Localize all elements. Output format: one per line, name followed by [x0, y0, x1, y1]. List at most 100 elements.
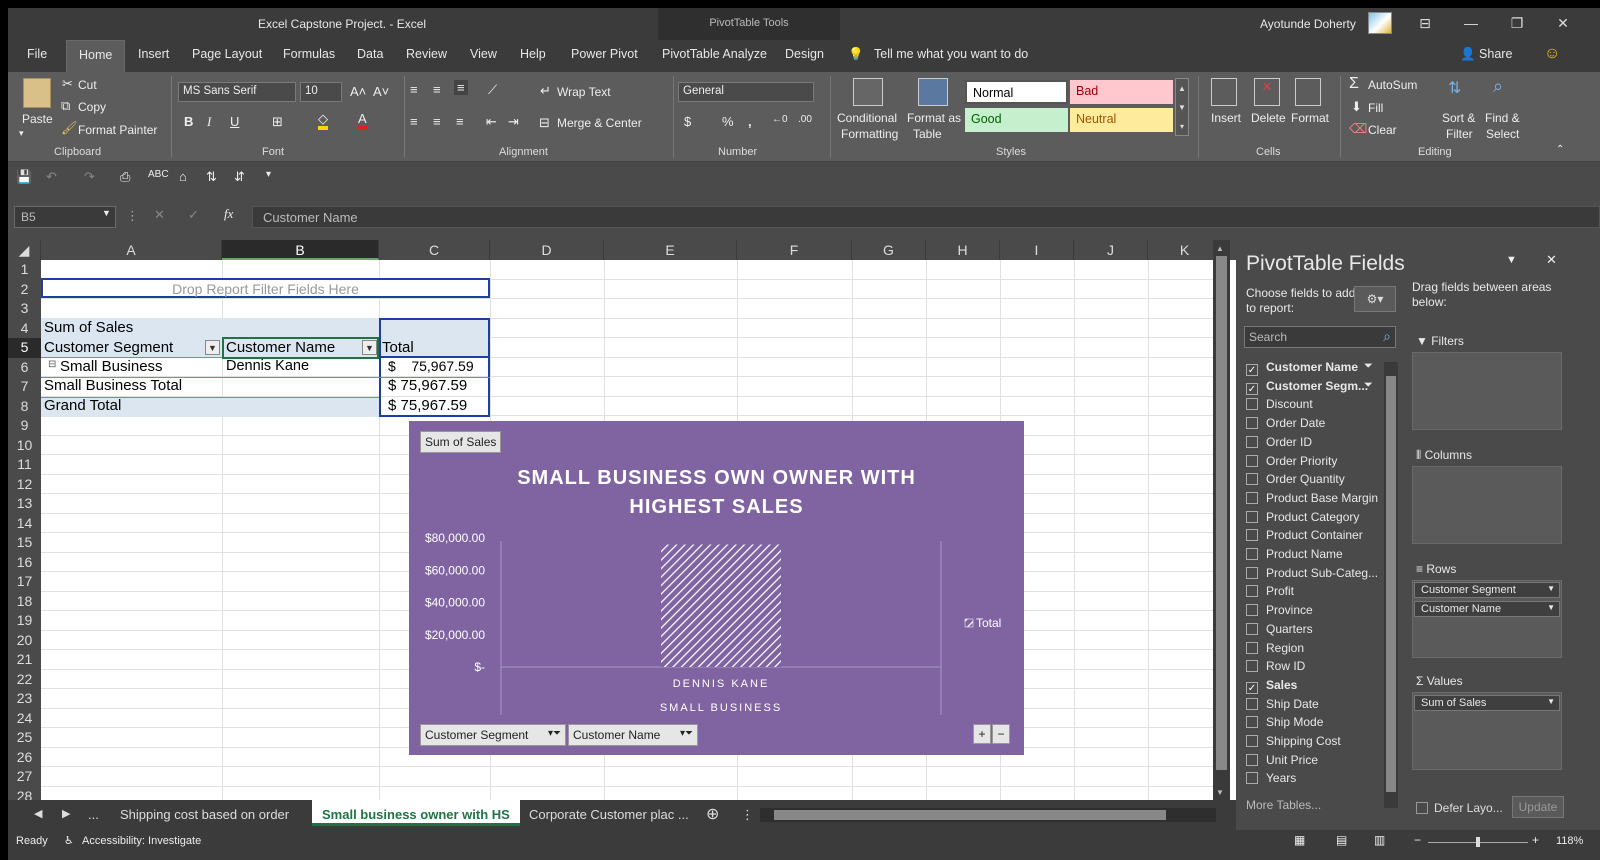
percent-icon[interactable]: %	[722, 114, 734, 129]
find-select-icon[interactable]: ⌕	[1493, 76, 1503, 97]
increase-decimal-icon[interactable]: ←0	[772, 114, 788, 125]
close-icon[interactable]: ✕	[1540, 8, 1586, 40]
checkbox-icon[interactable]	[1246, 716, 1258, 729]
rows-item-customer-segment[interactable]: Customer Segment ▼	[1414, 582, 1560, 598]
checkbox-checked-icon[interactable]: ✓	[1246, 382, 1258, 395]
checkbox-icon[interactable]	[1246, 473, 1258, 486]
pivot-row-value[interactable]: $ 75,967.59	[388, 358, 474, 374]
row-header[interactable]: 5	[8, 338, 41, 358]
zoom-out-icon[interactable]: −	[1414, 833, 1421, 847]
sheet-tab[interactable]: Shipping cost based on order	[120, 807, 289, 822]
field-list-scrollbar[interactable]	[1384, 362, 1398, 808]
row-header[interactable]: 16	[8, 553, 41, 573]
tab-review[interactable]: Review	[406, 47, 447, 61]
column-header[interactable]: J	[1074, 240, 1148, 260]
row-header[interactable]: 6	[8, 358, 41, 378]
chevron-down-icon[interactable]: ▼	[1547, 697, 1555, 706]
row-header[interactable]: 24	[8, 709, 41, 729]
name-box-dropdown-icon[interactable]: ▼	[102, 208, 111, 218]
field-item[interactable]: Product Sub-Categ...	[1246, 566, 1378, 584]
field-item[interactable]: Province	[1246, 603, 1313, 621]
increase-indent-icon[interactable]: ⇥	[508, 114, 519, 130]
formula-input[interactable]: Customer Name	[252, 206, 1600, 228]
field-item[interactable]: Product Base Margin	[1246, 491, 1378, 509]
row-header[interactable]: 18	[8, 592, 41, 612]
defer-layout-checkbox[interactable]	[1416, 802, 1428, 814]
collapse-ribbon-icon[interactable]: ⌃	[1556, 144, 1564, 155]
tab-formulas[interactable]: Formulas	[283, 47, 335, 61]
share-button[interactable]: 👤 Share	[1460, 47, 1512, 62]
font-color-icon[interactable]: A	[358, 112, 367, 130]
tab-power-pivot[interactable]: Power Pivot	[571, 47, 638, 61]
chevron-down-icon[interactable]: ▼	[1547, 584, 1555, 593]
checkbox-icon[interactable]	[1246, 529, 1258, 542]
columns-area[interactable]	[1412, 466, 1562, 544]
row-header[interactable]: 4	[8, 319, 41, 339]
row-header[interactable]: 19	[8, 611, 41, 631]
row-header[interactable]: 11	[8, 455, 41, 475]
pivot-chart[interactable]: Sum of Sales SMALL BUSINESS OWN OWNER WI…	[409, 421, 1024, 755]
checkbox-icon[interactable]	[1246, 735, 1258, 747]
sort-ascending-icon[interactable]: ⇅	[206, 169, 217, 185]
sort-filter-button[interactable]: Sort &	[1442, 111, 1475, 125]
pivot-grand-value[interactable]: $ 75,967.59	[388, 397, 467, 414]
copy-button[interactable]: Copy	[78, 100, 106, 114]
decrease-indent-icon[interactable]: ⇤	[486, 114, 497, 130]
minimize-icon[interactable]: —	[1448, 8, 1494, 40]
more-tables-link[interactable]: More Tables...	[1246, 798, 1321, 816]
checkbox-checked-icon[interactable]: ✓	[1246, 681, 1258, 694]
row-header[interactable]: 27	[8, 767, 41, 787]
row-header[interactable]: 23	[8, 689, 41, 709]
checkbox-checked-icon[interactable]: ✓	[1246, 364, 1258, 376]
column-header[interactable]: I	[1000, 240, 1074, 260]
pivot-header-name[interactable]: Customer Name	[226, 339, 335, 356]
checkbox-icon[interactable]	[1246, 772, 1258, 785]
field-item[interactable]: Shipping Cost	[1246, 734, 1341, 752]
tab-insert[interactable]: Insert	[138, 47, 169, 61]
confirm-entry-icon[interactable]: ✓	[188, 207, 199, 223]
borders-icon[interactable]: ⊞	[272, 114, 283, 130]
pane-close-icon[interactable]: ✕	[1546, 252, 1557, 268]
field-item[interactable]: Years	[1246, 771, 1296, 789]
orientation-icon[interactable]: ⟋	[488, 82, 497, 98]
field-item[interactable]: ✓ Customer Segm... ⏷	[1246, 379, 1373, 397]
row-header[interactable]: 9	[8, 416, 41, 436]
normal-view-icon[interactable]: ▦	[1294, 833, 1305, 847]
page-layout-view-icon[interactable]: ▤	[1336, 833, 1347, 847]
fill-color-icon[interactable]: ◇	[318, 112, 328, 130]
field-item[interactable]: Row ID	[1246, 659, 1305, 677]
decrease-decimal-icon[interactable]: .00	[798, 114, 812, 125]
field-list-scroll-thumb[interactable]	[1386, 376, 1396, 792]
field-item[interactable]: Order Priority	[1246, 454, 1337, 472]
print-preview-icon[interactable]: ⎙	[120, 169, 130, 185]
pivot-header-total[interactable]: Total	[382, 339, 414, 356]
gear-icon[interactable]: ⚙▾	[1354, 286, 1396, 312]
fill-button[interactable]: Fill	[1368, 101, 1383, 115]
name-box[interactable]: B5	[14, 206, 116, 228]
zoom-slider-thumb[interactable]	[1476, 837, 1480, 847]
cancel-entry-icon[interactable]: ✕	[154, 207, 165, 223]
style-neutral[interactable]: Neutral	[1070, 108, 1173, 132]
tab-data[interactable]: Data	[357, 47, 383, 61]
tab-pivottable-analyze[interactable]: PivotTable Analyze	[662, 47, 767, 61]
row-header[interactable]: 20	[8, 631, 41, 651]
column-header[interactable]: K	[1148, 240, 1222, 260]
checkbox-icon[interactable]	[1246, 491, 1258, 504]
collapse-field-button[interactable]: −	[992, 724, 1010, 744]
checkbox-icon[interactable]	[1246, 622, 1258, 635]
delete-button[interactable]: Delete	[1251, 111, 1286, 125]
expand-field-button[interactable]: +	[973, 724, 991, 744]
horizontal-scrollbar[interactable]	[760, 808, 1216, 822]
delete-cells-icon[interactable]: ✕	[1254, 78, 1280, 106]
italic-icon[interactable]: I	[207, 114, 211, 130]
row-header[interactable]: 26	[8, 748, 41, 768]
checkbox-icon[interactable]	[1246, 566, 1258, 579]
name-field-button[interactable]: Customer Name ▾⏷	[568, 724, 698, 746]
checkbox-icon[interactable]	[1246, 604, 1258, 617]
collapse-icon[interactable]: ⊟	[48, 359, 56, 370]
column-header[interactable]: C	[379, 240, 490, 260]
new-sheet-icon[interactable]: ⊕	[706, 804, 719, 824]
row-header[interactable]: 7	[8, 377, 41, 397]
row-header[interactable]: 21	[8, 650, 41, 670]
field-item[interactable]: Region	[1246, 641, 1304, 659]
